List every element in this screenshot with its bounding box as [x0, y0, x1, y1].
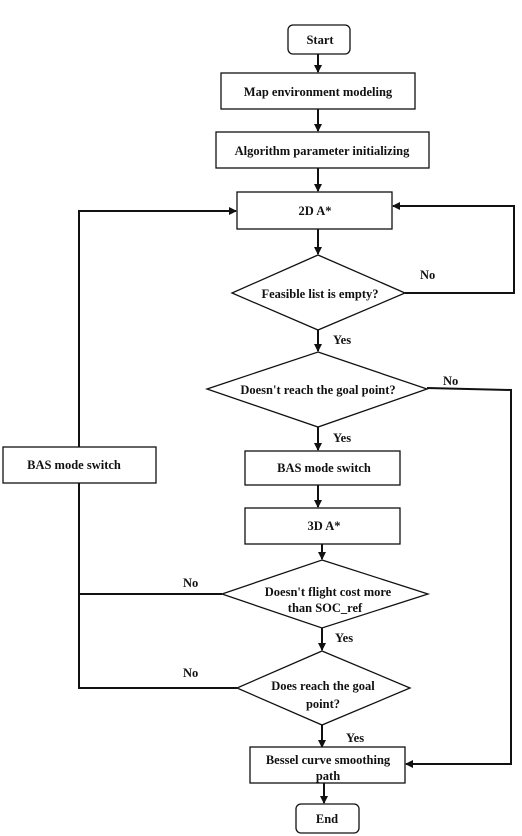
a3d-label: 3D A*	[308, 519, 341, 533]
label-yes-feasible: Yes	[333, 333, 351, 347]
label-yes-notreach: Yes	[333, 431, 351, 445]
reach-label-1: Does reach the goal	[271, 679, 375, 693]
label-no-notreach: No	[443, 374, 458, 388]
start-node: Start	[287, 24, 351, 55]
feasible-label: Feasible list is empty?	[261, 287, 378, 301]
bas-main-label: BAS mode switch	[277, 461, 371, 475]
cost-label-2: than SOC_ref	[288, 601, 363, 615]
notreach-diamond: Doesn't reach the goal point?	[204, 351, 429, 428]
cost-diamond: Doesn't flight cost more than SOC_ref	[219, 559, 431, 629]
label-yes-cost: Yes	[335, 631, 353, 645]
bas-loop-label: BAS mode switch	[27, 458, 121, 472]
label-no-reach: No	[183, 666, 198, 680]
feasible-diamond: Feasible list is empty?	[230, 254, 407, 331]
reach-diamond: Does reach the goal point?	[235, 650, 412, 726]
bas-main-box: BAS mode switch	[244, 450, 401, 486]
reach-label-2: point?	[306, 697, 340, 711]
bessel-label-2: path	[316, 769, 340, 783]
label-no-cost: No	[183, 576, 198, 590]
a2d-label: 2D A*	[299, 204, 332, 218]
cost-label-1: Doesn't flight cost more	[265, 585, 392, 599]
map-env-box: Map environment modeling	[220, 72, 416, 110]
alg-init-box: Algorithm parameter initializing	[215, 131, 430, 169]
a3d-box: 3D A*	[244, 507, 401, 545]
a2d-box: 2D A*	[236, 191, 393, 230]
start-label: Start	[306, 33, 334, 47]
alg-init-label: Algorithm parameter initializing	[235, 144, 410, 158]
bessel-label-1: Bessel curve smoothing	[266, 753, 391, 767]
notreach-label: Doesn't reach the goal point?	[240, 383, 395, 397]
arrow-notreach-no	[405, 387, 512, 768]
bas-loop-box: BAS mode switch	[2, 446, 157, 484]
end-node: End	[295, 803, 360, 834]
label-yes-reach: Yes	[346, 731, 364, 745]
label-no-feasible: No	[420, 268, 435, 282]
arrow-feasible-no-loop	[392, 202, 515, 294]
flowchart: Start Map environment modeling Algorithm…	[2, 24, 515, 834]
bessel-box: Bessel curve smoothing path	[249, 746, 406, 784]
end-label: End	[316, 812, 338, 826]
map-env-label: Map environment modeling	[244, 85, 393, 99]
